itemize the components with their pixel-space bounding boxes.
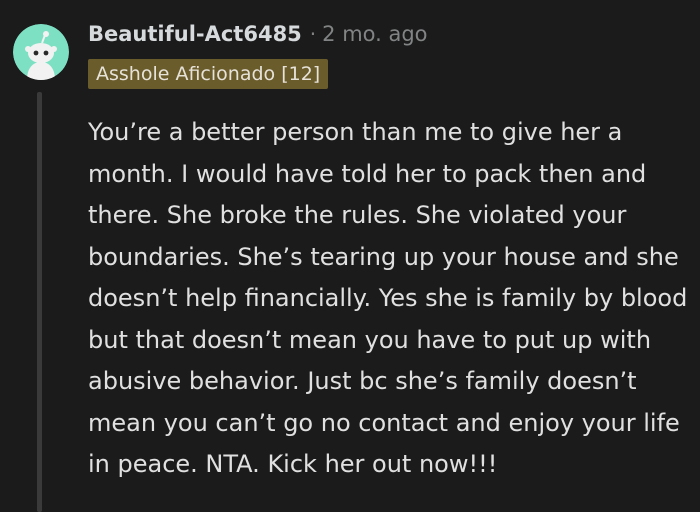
user-flair: Asshole Aficionado [12] — [88, 59, 329, 89]
comment-text: You’re a better person than me to give h… — [88, 118, 688, 478]
user-avatar[interactable] — [13, 24, 69, 80]
snoo-avatar-icon — [13, 24, 69, 80]
thread-line[interactable] — [37, 92, 42, 512]
username[interactable]: Beautiful-Act6485 — [88, 22, 302, 46]
comment-body: You’re a better person than me to give h… — [88, 112, 688, 486]
separator-dot: · — [309, 22, 317, 46]
comment-meta: Beautiful-Act6485 · 2 mo. ago — [88, 18, 428, 50]
timestamp[interactable]: 2 mo. ago — [322, 22, 427, 46]
comment: Beautiful-Act6485 · 2 mo. ago Asshole Af… — [0, 0, 700, 512]
